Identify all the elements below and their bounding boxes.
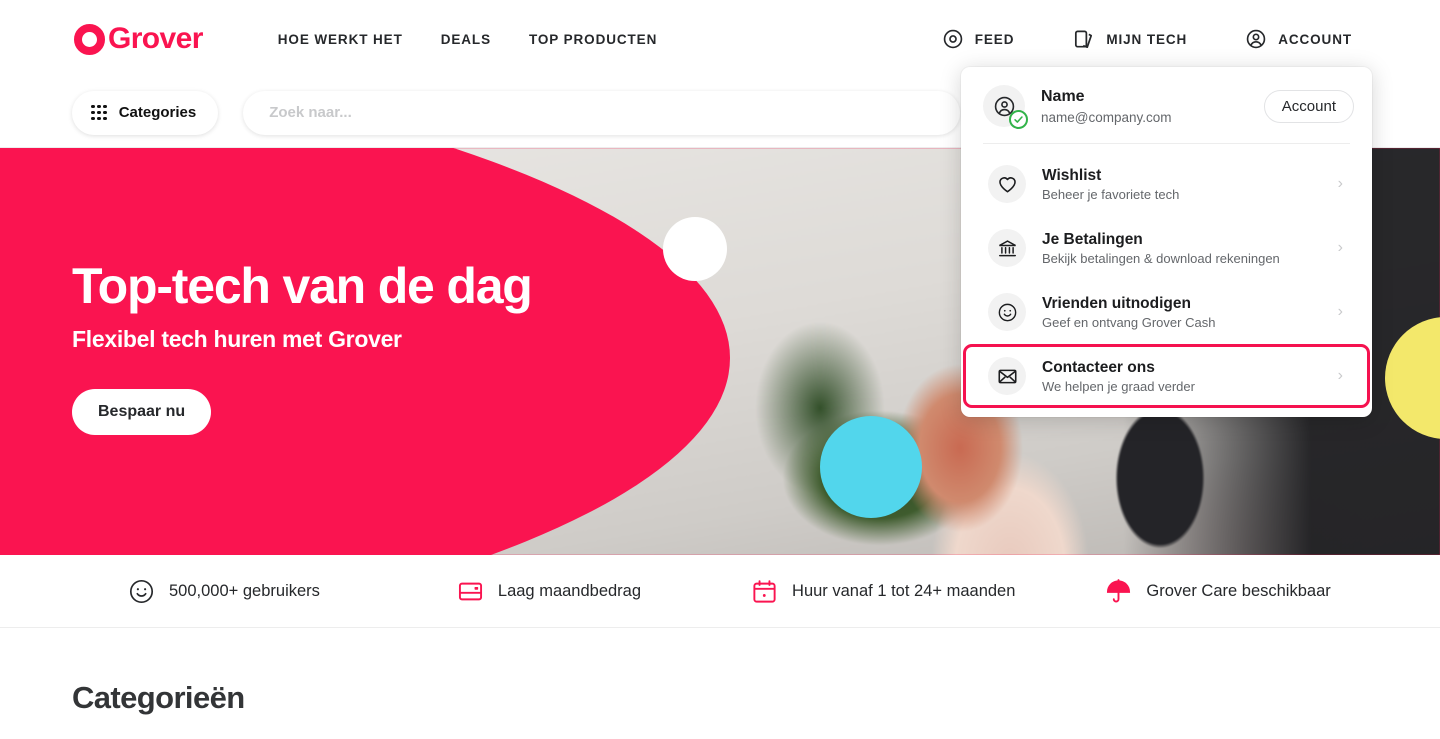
grover-ring-logo-icon	[74, 23, 105, 55]
hero-title: Top-tech van de dag	[72, 258, 533, 314]
header-right-nav: FEED MIJN TECH ACCOUNT	[942, 28, 1352, 51]
search-input-placeholder: Zoek naar...	[269, 104, 352, 121]
decorative-circle-cyan	[820, 416, 922, 518]
nav-item-hoe-werkt-het[interactable]: HOE WERKT HET	[278, 32, 403, 47]
feed-icon	[942, 28, 964, 50]
smiley-icon	[988, 293, 1026, 331]
dropdown-item-contacteer-ons[interactable]: Contacteer ons We helpen je graad verder…	[963, 344, 1370, 408]
avatar	[983, 85, 1028, 129]
account-dropdown-list: Wishlist Beheer je favoriete tech › Je B…	[961, 144, 1372, 417]
dropdown-item-contacteer-ons-text: Contacteer ons We helpen je graad verder	[1042, 358, 1338, 395]
main-nav: HOE WERKT HET DEALS TOP PRODUCTEN	[278, 32, 657, 47]
bank-icon	[988, 229, 1026, 267]
nav-item-account[interactable]: ACCOUNT	[1245, 28, 1352, 50]
categories-button-label: Categories	[118, 104, 197, 121]
smiley-icon	[128, 578, 155, 605]
dropdown-item-wishlist[interactable]: Wishlist Beheer je favoriete tech ›	[963, 152, 1370, 216]
account-dropdown-header: Name name@company.com Account	[961, 67, 1372, 143]
account-user-email: name@company.com	[1041, 109, 1172, 125]
heart-icon	[988, 165, 1026, 203]
categories-heading: Categorieën	[72, 680, 245, 715]
nav-item-mijn-tech-label: MIJN TECH	[1106, 31, 1188, 47]
dropdown-item-vrienden-uitnodigen[interactable]: Vrienden uitnodigen Geef en ontvang Grov…	[963, 280, 1370, 344]
nav-item-deals[interactable]: DEALS	[441, 32, 491, 47]
feature-item-low-monthly: Laag maandbedrag	[457, 578, 641, 605]
nav-item-account-label: ACCOUNT	[1278, 31, 1352, 47]
chevron-right-icon: ›	[1337, 175, 1343, 192]
hero-subtitle: Flexibel tech huren met Grover	[72, 326, 402, 352]
dropdown-item-vrienden-uitnodigen-title: Vrienden uitnodigen	[1042, 294, 1191, 312]
dropdown-item-vrienden-uitnodigen-description: Geef en ontvang Grover Cash	[1042, 315, 1216, 331]
dropdown-item-contacteer-ons-description: We helpen je graad verder	[1042, 379, 1195, 395]
feature-item-rental-length-label: Huur vanaf 1 tot 24+ maanden	[792, 581, 1016, 600]
dropdown-item-contacteer-ons-title: Contacteer ons	[1042, 358, 1155, 376]
account-user-info: Name name@company.com	[1041, 87, 1264, 125]
categories-section: Categorieën	[0, 628, 1440, 716]
decorative-circle-white	[663, 217, 727, 281]
page-root: Grover HOE WERKT HET DEALS TOP PRODUCTEN…	[0, 0, 1440, 739]
dropdown-item-je-betalingen[interactable]: Je Betalingen Bekijk betalingen & downlo…	[963, 216, 1370, 280]
feature-item-users-label: 500,000+ gebruikers	[169, 581, 320, 600]
feature-bar: 500,000+ gebruikers Laag maandbedrag Huu…	[0, 555, 1440, 628]
chevron-right-icon: ›	[1337, 303, 1343, 320]
dropdown-item-je-betalingen-description: Bekijk betalingen & download rekeningen	[1042, 251, 1280, 267]
feature-item-users: 500,000+ gebruikers	[128, 578, 320, 605]
dropdown-item-wishlist-title: Wishlist	[1042, 166, 1102, 184]
calendar-icon	[751, 578, 778, 605]
grover-logo[interactable]: Grover	[74, 22, 203, 55]
card-icon	[457, 578, 484, 605]
account-button[interactable]: Account	[1263, 89, 1354, 123]
dropdown-item-je-betalingen-text: Je Betalingen Bekijk betalingen & downlo…	[1042, 230, 1338, 267]
umbrella-icon	[1105, 578, 1132, 605]
feature-item-grover-care-label: Grover Care beschikbaar	[1146, 581, 1331, 600]
account-icon	[1245, 28, 1267, 50]
chevron-right-icon: ›	[1337, 239, 1343, 256]
nav-item-mijn-tech[interactable]: MIJN TECH	[1072, 28, 1187, 51]
grover-wordmark: Grover	[108, 22, 203, 55]
hero-cta-button[interactable]: Bespaar nu	[72, 389, 212, 435]
check-badge-icon	[1009, 110, 1028, 129]
account-dropdown: Name name@company.com Account Wishlist B…	[961, 67, 1372, 417]
account-user-name: Name	[1041, 88, 1085, 106]
nav-item-top-producten[interactable]: TOP PRODUCTEN	[529, 32, 657, 47]
feature-item-low-monthly-label: Laag maandbedrag	[497, 581, 642, 600]
dropdown-item-wishlist-text: Wishlist Beheer je favoriete tech	[1042, 166, 1338, 203]
hero-copy: Top-tech van de dag Flexibel tech huren …	[72, 258, 533, 435]
dropdown-item-wishlist-description: Beheer je favoriete tech	[1042, 187, 1180, 203]
categories-button[interactable]: Categories	[72, 90, 219, 135]
dropdown-item-je-betalingen-title: Je Betalingen	[1042, 230, 1143, 248]
nav-item-feed-label: FEED	[974, 31, 1015, 47]
dropdown-item-vrienden-uitnodigen-text: Vrienden uitnodigen Geef en ontvang Grov…	[1042, 294, 1338, 331]
feature-item-rental-length: Huur vanaf 1 tot 24+ maanden	[751, 578, 1015, 605]
search-input[interactable]: Zoek naar...	[243, 90, 960, 135]
cards-icon	[1072, 28, 1095, 51]
chevron-right-icon: ›	[1337, 367, 1343, 384]
grid-dots-icon	[91, 104, 107, 121]
feature-item-grover-care: Grover Care beschikbaar	[1105, 578, 1331, 605]
nav-item-feed[interactable]: FEED	[942, 28, 1015, 50]
envelope-icon	[988, 357, 1026, 395]
